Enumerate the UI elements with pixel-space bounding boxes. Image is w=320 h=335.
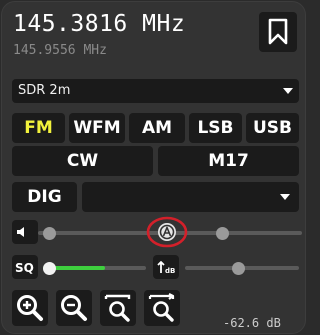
squelch-label-icon: SQ bbox=[15, 261, 34, 275]
mode-cw-button[interactable]: CW bbox=[12, 146, 153, 176]
zoom-in-icon bbox=[17, 295, 43, 321]
volume-slider-knob-secondary[interactable] bbox=[216, 227, 229, 240]
mode-wfm-button[interactable]: WFM bbox=[69, 113, 125, 143]
zoom-reset-icon bbox=[148, 293, 175, 322]
agc-icon: dB bbox=[157, 261, 175, 275]
mode-m17-button[interactable]: M17 bbox=[158, 146, 299, 176]
auto-squelch-button[interactable] bbox=[146, 216, 188, 248]
volume-slider-knob[interactable] bbox=[43, 227, 56, 240]
zoom-in-button[interactable] bbox=[12, 290, 48, 326]
zoom-out-button[interactable] bbox=[56, 290, 92, 326]
zoom-reset-button[interactable] bbox=[144, 290, 180, 326]
bookmark-button[interactable] bbox=[259, 12, 297, 52]
mode-fm-button[interactable]: FM bbox=[12, 113, 65, 143]
zoom-fit-button[interactable] bbox=[100, 290, 136, 326]
frequency-display[interactable]: 145.3816 MHz bbox=[13, 11, 185, 37]
chevron-down-icon bbox=[283, 88, 293, 94]
chevron-down-icon bbox=[280, 194, 290, 200]
svg-text:dB: dB bbox=[165, 267, 175, 275]
agc-button[interactable]: dB bbox=[153, 255, 179, 279]
auto-squelch-icon bbox=[146, 216, 188, 248]
mode-usb-button[interactable]: USB bbox=[246, 113, 299, 143]
offset-frequency: 145.9556 MHz bbox=[13, 43, 107, 58]
profile-select[interactable]: SDR 2m bbox=[12, 79, 299, 103]
receiver-panel: 145.3816 MHz 145.9556 MHz SDR 2m FM WFM … bbox=[1, 1, 306, 334]
squelch-slider-knob[interactable] bbox=[43, 262, 56, 275]
squelch-toggle[interactable]: SQ bbox=[12, 255, 38, 279]
zoom-fit-icon bbox=[104, 294, 131, 322]
signal-level-readout: -62.6 dB bbox=[223, 316, 281, 330]
svg-text:SQ: SQ bbox=[15, 261, 34, 275]
speaker-icon bbox=[17, 227, 24, 237]
mode-lsb-button[interactable]: LSB bbox=[189, 113, 242, 143]
bookmark-icon bbox=[268, 18, 288, 45]
digital-mode-select[interactable] bbox=[82, 182, 299, 212]
mode-am-button[interactable]: AM bbox=[129, 113, 185, 143]
agc-slider-knob[interactable] bbox=[232, 262, 245, 275]
mode-dig-button[interactable]: DIG bbox=[12, 182, 77, 212]
mute-button[interactable] bbox=[12, 220, 38, 244]
profile-select-value: SDR 2m bbox=[18, 83, 71, 98]
zoom-out-icon bbox=[61, 295, 87, 321]
